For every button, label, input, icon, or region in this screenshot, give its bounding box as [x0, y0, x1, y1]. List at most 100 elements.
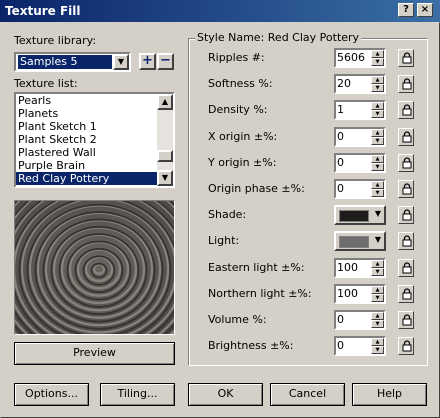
lock-icon[interactable]	[398, 101, 414, 119]
spin-input[interactable]: 20 ▲ ▼	[334, 74, 386, 94]
spin-up-arrow-icon[interactable]: ▲	[371, 181, 384, 189]
color-picker[interactable]: ▼	[334, 231, 386, 251]
color-swatch	[339, 210, 369, 222]
param-label: Northern light ±%:	[208, 287, 312, 300]
texture-list-item[interactable]: Red Clay Pottery	[16, 172, 173, 185]
spin-value[interactable]: 100	[337, 261, 358, 275]
texture-list-item[interactable]: Planets	[16, 107, 173, 120]
param-label: Density %:	[208, 103, 268, 116]
tiling-button[interactable]: Tiling...	[100, 383, 175, 406]
texture-list-label: Texture list:	[14, 77, 78, 90]
color-picker[interactable]: ▼	[334, 205, 386, 225]
close-button[interactable]: ×	[417, 3, 433, 17]
spin-down-arrow-icon[interactable]: ▼	[371, 189, 384, 197]
spin-down-arrow-icon[interactable]: ▼	[371, 137, 384, 145]
texture-list-item[interactable]: Plant Sketch 2	[16, 133, 173, 146]
lock-icon[interactable]	[398, 49, 414, 67]
spin-down-arrow-icon[interactable]: ▼	[371, 84, 384, 92]
options-button[interactable]: Options...	[14, 383, 89, 406]
spin-down-arrow-icon[interactable]: ▼	[371, 110, 384, 118]
spin-down-arrow-icon[interactable]: ▼	[371, 320, 384, 328]
spin-down-arrow-icon[interactable]: ▼	[371, 58, 384, 66]
param-label: Eastern light ±%:	[208, 261, 305, 274]
tiling-button-label: Tiling...	[117, 387, 158, 400]
spin-input[interactable]: 0 ▲ ▼	[334, 127, 386, 147]
lock-icon[interactable]	[398, 285, 414, 303]
spin-down-arrow-icon[interactable]: ▼	[371, 346, 384, 354]
spin-up-arrow-icon[interactable]: ▲	[371, 338, 384, 346]
spin-value[interactable]: 0	[337, 313, 344, 327]
lock-icon[interactable]	[398, 311, 414, 329]
spin-value[interactable]: 0	[337, 156, 344, 170]
lock-icon[interactable]	[398, 128, 414, 146]
spin-input[interactable]: 100 ▲ ▼	[334, 284, 386, 304]
spin-up-arrow-icon[interactable]: ▲	[371, 312, 384, 320]
spin-input[interactable]: 1 ▲ ▼	[334, 100, 386, 120]
ripple-texture-image	[15, 201, 174, 334]
param-label: Shade:	[208, 208, 247, 221]
spin-input[interactable]: 0 ▲ ▼	[334, 153, 386, 173]
help-button[interactable]: Help	[352, 383, 427, 406]
lock-icon[interactable]	[398, 259, 414, 277]
spin-value[interactable]: 0	[337, 339, 344, 353]
spin-value[interactable]: 20	[337, 77, 351, 91]
spin-up-arrow-icon[interactable]: ▲	[371, 260, 384, 268]
texture-library-select[interactable]: Samples 5 ▼	[14, 52, 131, 72]
lock-icon[interactable]	[398, 154, 414, 172]
texture-list-item[interactable]: Purple Brain	[16, 159, 173, 172]
spin-up-arrow-icon[interactable]: ▲	[371, 155, 384, 163]
texture-list-scrollbar[interactable]: ▲ ▼	[157, 94, 173, 186]
spin-up-arrow-icon[interactable]: ▲	[371, 286, 384, 294]
spin-up-arrow-icon[interactable]: ▲	[371, 102, 384, 110]
chevron-down-icon: ▼	[374, 235, 381, 244]
remove-library-button[interactable]: −	[157, 53, 174, 70]
spin-value[interactable]: 100	[337, 287, 358, 301]
texture-library-label: Texture library:	[14, 34, 97, 47]
param-label: X origin ±%:	[208, 130, 278, 143]
spin-input[interactable]: 0 ▲ ▼	[334, 336, 386, 356]
ok-button[interactable]: OK	[188, 383, 263, 406]
spin-input[interactable]: 0 ▲ ▼	[334, 310, 386, 330]
texture-list-items: Pearls Planets Plant Sketch 1 Plant Sketch …	[16, 94, 173, 186]
scroll-thumb[interactable]	[157, 150, 173, 162]
spin-value[interactable]: 5606	[337, 51, 365, 65]
spin-input[interactable]: 5606 ▲ ▼	[334, 48, 386, 68]
style-name-label: Style Name: Red Clay Pottery	[195, 31, 362, 44]
spin-down-arrow-icon[interactable]: ▼	[371, 163, 384, 171]
spin-down-arrow-icon[interactable]: ▼	[371, 268, 384, 276]
texture-list-item[interactable]: Plant Sketch 1	[16, 120, 173, 133]
lock-icon[interactable]	[398, 206, 414, 224]
color-swatch	[339, 236, 369, 248]
add-library-button[interactable]: +	[139, 53, 156, 70]
spin-value[interactable]: 1	[337, 103, 344, 117]
param-label: Brightness ±%:	[208, 339, 294, 352]
spin-up-arrow-icon[interactable]: ▲	[371, 50, 384, 58]
spin-value[interactable]: 0	[337, 182, 344, 196]
title-bar: Texture Fill ? ×	[0, 0, 440, 22]
spin-down-arrow-icon[interactable]: ▼	[371, 294, 384, 302]
texture-list-item[interactable]: Spaghetti	[16, 185, 173, 186]
scroll-down-arrow-icon[interactable]: ▼	[157, 170, 173, 186]
lock-icon[interactable]	[398, 180, 414, 198]
cancel-button[interactable]: Cancel	[270, 383, 345, 406]
texture-list-item[interactable]: Pearls	[16, 94, 173, 107]
param-label: Volume %:	[208, 313, 267, 326]
param-label: Softness %:	[208, 77, 273, 90]
spin-input[interactable]: 0 ▲ ▼	[334, 179, 386, 199]
chevron-down-icon: ▼	[374, 209, 381, 218]
spin-up-arrow-icon[interactable]: ▲	[371, 129, 384, 137]
preview-button[interactable]: Preview	[14, 342, 175, 365]
spin-input[interactable]: 100 ▲ ▼	[334, 258, 386, 278]
lock-icon[interactable]	[398, 75, 414, 93]
window-title: Texture Fill	[5, 4, 81, 18]
texture-list[interactable]: Pearls Planets Plant Sketch 1 Plant Sketch …	[14, 92, 175, 188]
scroll-up-arrow-icon[interactable]: ▲	[157, 94, 173, 110]
spin-up-arrow-icon[interactable]: ▲	[371, 76, 384, 84]
preview-button-label: Preview	[73, 346, 116, 359]
lock-icon[interactable]	[398, 337, 414, 355]
lock-icon[interactable]	[398, 232, 414, 250]
texture-list-item[interactable]: Plastered Wall	[16, 146, 173, 159]
spin-value[interactable]: 0	[337, 130, 344, 144]
chevron-down-icon[interactable]: ▼	[113, 54, 129, 70]
help-title-button[interactable]: ?	[398, 3, 414, 17]
